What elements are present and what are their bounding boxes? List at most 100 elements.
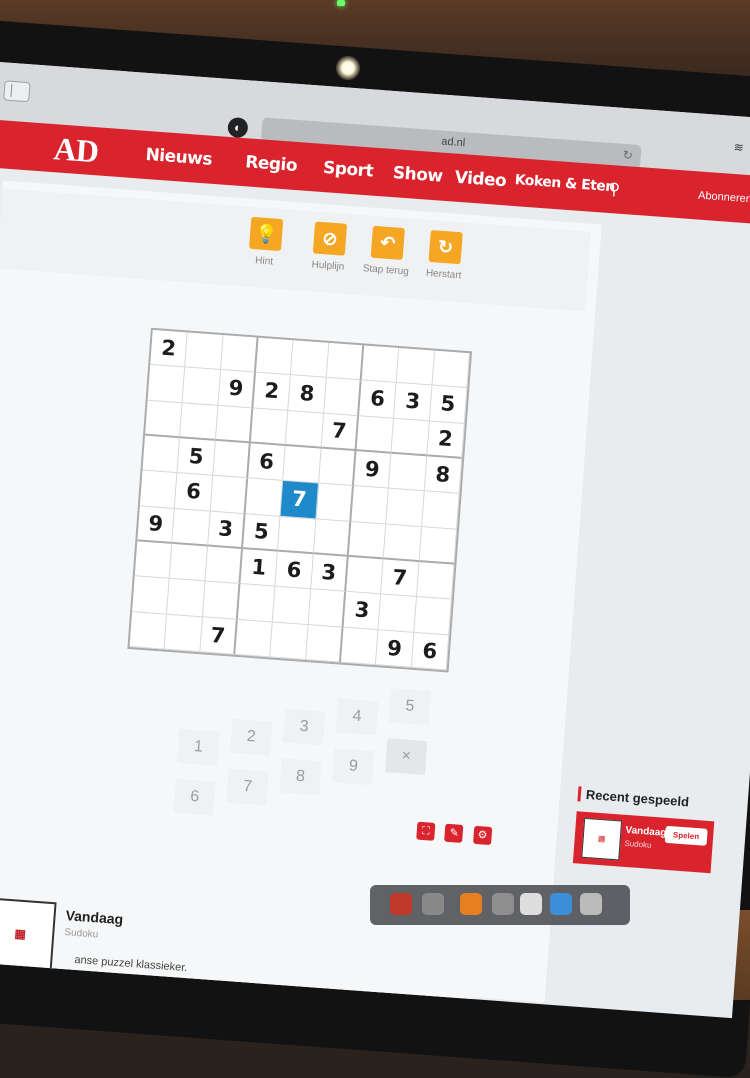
sudoku-cell[interactable] [147,365,186,403]
sudoku-cell[interactable] [145,400,183,439]
sudoku-cell[interactable] [215,405,254,444]
number-key-4[interactable]: 4 [335,698,379,736]
sudoku-cell[interactable] [351,486,390,525]
sudoku-cell[interactable] [164,614,203,653]
sudoku-cell[interactable]: 2 [426,421,465,459]
number-key-6[interactable]: 6 [173,778,216,816]
fullscreen-icon[interactable]: ⛶ [416,821,436,841]
sudoku-cell[interactable]: 6 [248,443,286,482]
nav-item-regio[interactable]: Regio [245,152,298,176]
sudoku-cell[interactable] [346,556,384,595]
lightbulb-icon[interactable]: 💡 [248,216,284,252]
sudoku-cell[interactable] [245,478,284,517]
sudoku-cell[interactable] [389,453,427,492]
sudoku-cell[interactable] [340,627,379,666]
recent-card[interactable]: ▦ Vandaag Sudoku Spelen [572,811,715,874]
sudoku-cell[interactable] [318,448,357,487]
trash-icon[interactable] [580,893,602,915]
number-key-9[interactable]: 9 [332,748,375,786]
sudoku-cell[interactable] [129,611,168,650]
number-key-8[interactable]: 8 [279,758,322,796]
restart-tool[interactable]: ↻ Herstart [413,229,476,282]
nav-item-koken-eten[interactable]: Koken & Eten [514,172,615,195]
sudoku-cell[interactable] [361,345,400,384]
extension-icon[interactable]: ◐ [227,116,249,139]
number-key-2[interactable]: 2 [230,718,273,756]
sudoku-cell[interactable]: 6 [175,473,213,512]
reload-icon[interactable]: ↻ [622,148,633,163]
sudoku-cell[interactable] [323,378,362,416]
sudoku-cell[interactable] [185,332,224,371]
sudoku-cell[interactable] [285,410,324,449]
music-app-icon[interactable] [390,893,412,915]
sudoku-cell[interactable]: 7 [199,616,238,655]
nav-item-sport[interactable]: Sport [322,158,373,182]
photos-app-icon[interactable] [460,893,482,915]
sudoku-cell[interactable] [421,491,460,530]
sudoku-cell[interactable] [220,335,259,373]
number-key-5[interactable]: 5 [388,688,432,726]
play-button[interactable]: Spelen [664,825,708,846]
sudoku-cell[interactable] [169,543,208,582]
sudoku-cell[interactable]: 6 [275,551,314,590]
sudoku-cell[interactable] [270,622,309,660]
sudoku-cell[interactable]: 7 [280,481,319,520]
nav-item-nieuws[interactable]: Nieuws [145,145,213,170]
restart-icon[interactable]: ↻ [428,230,463,265]
sudoku-cell[interactable] [132,576,170,615]
clear-key[interactable]: × [385,738,428,776]
sudoku-cell[interactable]: 7 [381,559,420,598]
sudoku-cell[interactable]: 9 [353,451,392,489]
app-icon[interactable] [422,893,444,915]
sudoku-cell[interactable]: 3 [310,554,349,593]
sudoku-cell[interactable]: 9 [218,370,256,409]
sudoku-cell[interactable]: 2 [150,329,189,368]
hulplijn-tool[interactable]: ⊘ Hulplijn [298,220,361,273]
sudoku-cell[interactable]: 5 [242,513,281,552]
sudoku-cell[interactable]: 3 [207,511,246,550]
sudoku-cell[interactable] [416,562,455,600]
sudoku-cell[interactable] [182,367,221,406]
search-icon[interactable]: ⚲ [608,179,621,200]
settings-icon[interactable]: ⚙ [472,825,493,846]
hint-tool[interactable]: 💡 Hint [234,216,297,269]
sudoku-cell[interactable] [134,541,173,580]
sudoku-cell[interactable]: 2 [253,372,292,411]
number-key-7[interactable]: 7 [226,768,269,806]
undo-tool[interactable]: ↶ Stap terug [355,225,418,278]
sudoku-cell[interactable] [172,508,211,547]
sudoku-cell[interactable]: 5 [429,385,468,424]
sudoku-cell[interactable] [283,445,322,484]
sudoku-cell[interactable] [383,524,422,563]
sudoku-cell[interactable] [202,581,241,620]
sudoku-cell[interactable] [180,402,219,441]
sudoku-cell[interactable]: 9 [376,629,414,668]
sudoku-cell[interactable] [419,526,457,565]
sudoku-cell[interactable]: 6 [359,380,397,419]
nav-item-video[interactable]: Video [454,168,507,192]
sudoku-cell[interactable] [250,408,289,446]
site-logo[interactable]: AD [52,130,100,170]
sudoku-cell[interactable] [139,470,178,509]
sudoku-cell[interactable] [305,624,344,663]
eye-off-icon[interactable]: ⊘ [312,221,348,256]
nav-item-show[interactable]: Show [392,163,443,187]
sudoku-cell[interactable] [348,521,387,560]
number-key-1[interactable]: 1 [177,728,220,766]
undo-icon[interactable]: ↶ [370,225,405,261]
sudoku-cell[interactable] [212,440,251,479]
sudoku-cell[interactable] [356,415,395,454]
sudoku-cell[interactable] [210,476,249,514]
sudoku-cell[interactable]: 6 [411,632,450,671]
sudoku-cell[interactable] [235,619,274,658]
sudoku-cell[interactable] [255,337,294,376]
number-key-3[interactable]: 3 [282,708,326,746]
sudoku-cell[interactable]: 8 [424,456,463,495]
subscribe-link[interactable]: Abonneren [698,190,750,206]
sudoku-cell[interactable] [391,418,430,457]
sidebar-toggle-icon[interactable] [3,80,31,103]
sudoku-cell[interactable] [326,342,365,381]
sudoku-cell[interactable]: 5 [177,438,216,477]
sudoku-cell[interactable] [432,350,470,389]
sudoku-cell[interactable] [205,546,243,585]
